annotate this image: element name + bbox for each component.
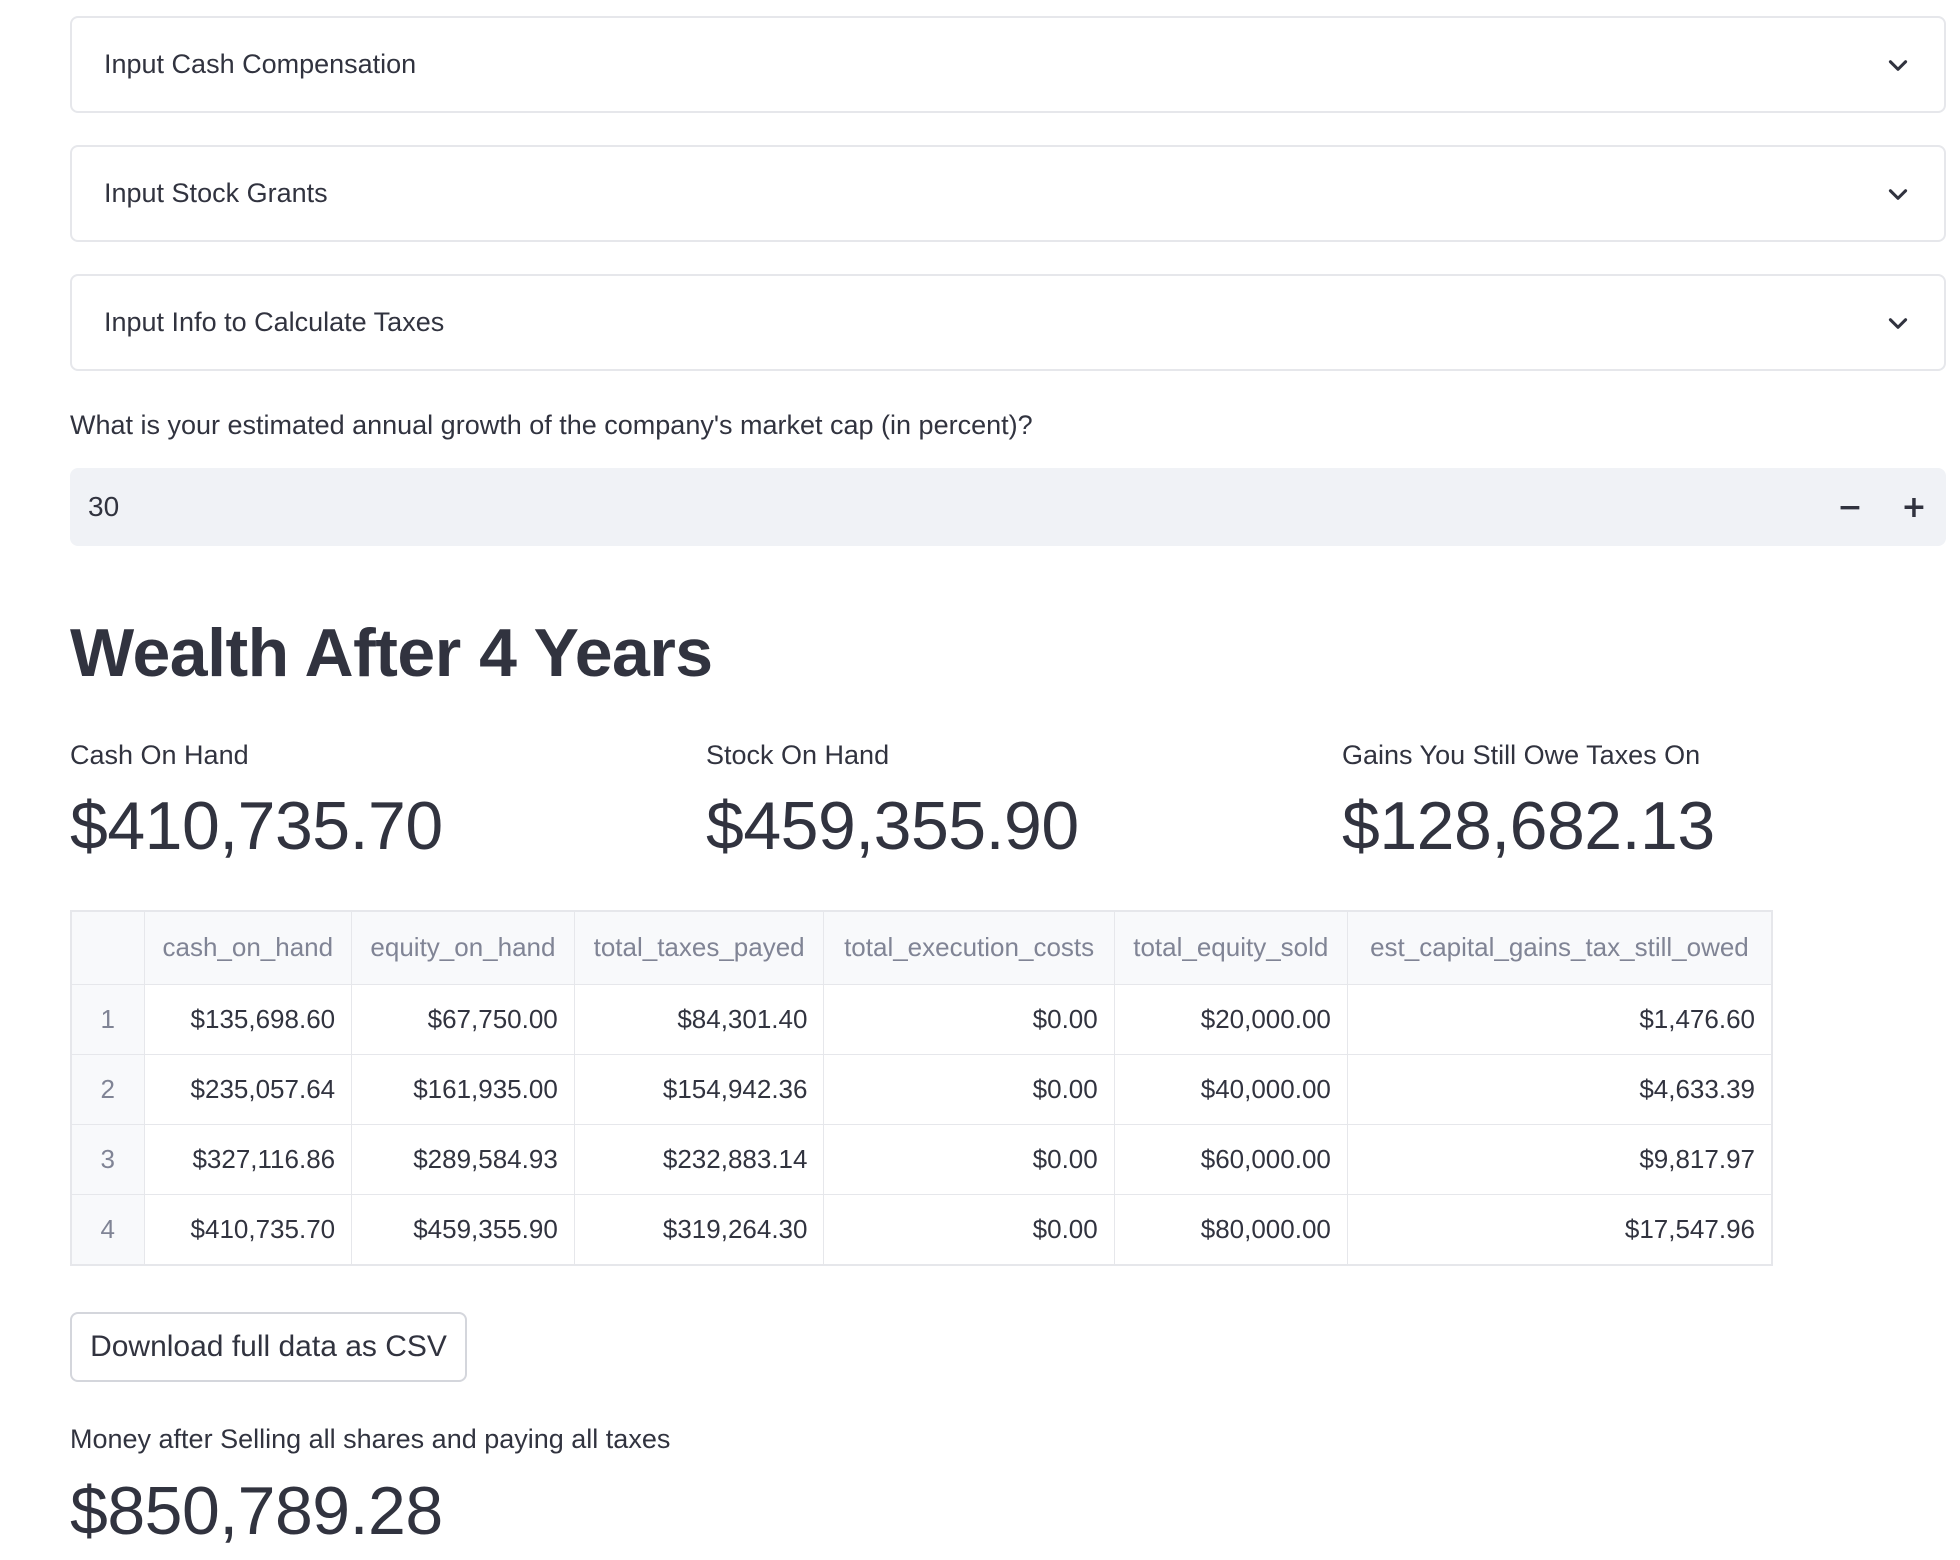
metric-value: $459,355.90: [706, 788, 1079, 864]
expander-stock-grants[interactable]: Input Stock Grants: [70, 145, 1946, 242]
table-cell[interactable]: $154,942.36: [574, 1054, 825, 1125]
chevron-down-icon: [1884, 51, 1912, 79]
table-cell[interactable]: $4,633.39: [1347, 1054, 1771, 1125]
growth-question-label: What is your estimated annual growth of …: [70, 410, 1033, 440]
increment-button[interactable]: +: [1882, 468, 1946, 546]
growth-number-input: − +: [70, 468, 1946, 546]
final-metric-value: $850,789.28: [70, 1473, 443, 1549]
page: Input Cash Compensation Input Stock Gran…: [0, 0, 1960, 1560]
row-index: 2: [72, 1054, 145, 1125]
metric-gains-owed: Gains You Still Owe Taxes On $128,682.13: [1342, 740, 1715, 865]
metric-cash-on-hand: Cash On Hand $410,735.70: [70, 740, 443, 865]
wealth-data-table[interactable]: cash_on_hand equity_on_hand total_taxes_…: [70, 910, 1773, 1266]
page-title: Wealth After 4 Years: [70, 615, 713, 691]
table-cell[interactable]: $135,698.60: [144, 984, 353, 1055]
table-cell[interactable]: $289,584.93: [351, 1124, 575, 1195]
metric-value: $410,735.70: [70, 788, 443, 864]
metric-label: Cash On Hand: [70, 740, 249, 770]
table-row: 4 $410,735.70 $459,355.90 $319,264.30 $0…: [72, 1194, 1771, 1264]
table-cell[interactable]: $459,355.90: [351, 1194, 575, 1264]
column-header[interactable]: total_taxes_payed: [574, 912, 825, 985]
chevron-down-icon: [1884, 180, 1912, 208]
column-header[interactable]: equity_on_hand: [351, 912, 575, 985]
table-row: 1 $135,698.60 $67,750.00 $84,301.40 $0.0…: [72, 984, 1771, 1055]
metric-value: $128,682.13: [1342, 788, 1715, 864]
column-header[interactable]: total_execution_costs: [823, 912, 1115, 985]
table-cell[interactable]: $40,000.00: [1114, 1054, 1348, 1125]
table-cell[interactable]: $84,301.40: [574, 984, 825, 1055]
table-cell[interactable]: $80,000.00: [1114, 1194, 1348, 1264]
column-header[interactable]: total_equity_sold: [1114, 912, 1348, 985]
table-cell[interactable]: $9,817.97: [1347, 1124, 1771, 1195]
table-cell[interactable]: $60,000.00: [1114, 1124, 1348, 1195]
growth-input[interactable]: [70, 468, 1818, 546]
table-cell[interactable]: $327,116.86: [144, 1124, 353, 1195]
row-index: 1: [72, 984, 145, 1055]
table-cell[interactable]: $319,264.30: [574, 1194, 825, 1264]
metric-label: Gains You Still Owe Taxes On: [1342, 740, 1701, 770]
table-cell[interactable]: $0.00: [823, 1194, 1115, 1264]
table-row: 2 $235,057.64 $161,935.00 $154,942.36 $0…: [72, 1054, 1771, 1125]
table-cell[interactable]: $17,547.96: [1347, 1194, 1771, 1264]
table-cell[interactable]: $0.00: [823, 1124, 1115, 1195]
decrement-button[interactable]: −: [1818, 468, 1882, 546]
table-row: 3 $327,116.86 $289,584.93 $232,883.14 $0…: [72, 1124, 1771, 1195]
table-header-row: cash_on_hand equity_on_hand total_taxes_…: [72, 912, 1771, 985]
table-cell[interactable]: $1,476.60: [1347, 984, 1771, 1055]
column-header[interactable]: cash_on_hand: [144, 912, 353, 985]
expander-label: Input Stock Grants: [104, 178, 328, 208]
column-header[interactable]: est_capital_gains_tax_still_owed: [1347, 912, 1771, 985]
row-index: 4: [72, 1194, 145, 1264]
table-cell[interactable]: $235,057.64: [144, 1054, 353, 1125]
table-cell[interactable]: $67,750.00: [351, 984, 575, 1055]
table-cell[interactable]: $161,935.00: [351, 1054, 575, 1125]
expander-label: Input Cash Compensation: [104, 49, 417, 79]
table-cell[interactable]: $0.00: [823, 984, 1115, 1055]
table-cell[interactable]: $410,735.70: [144, 1194, 353, 1264]
row-index: 3: [72, 1124, 145, 1195]
table-cell[interactable]: $20,000.00: [1114, 984, 1348, 1055]
final-metric-label: Money after Selling all shares and payin…: [70, 1424, 671, 1454]
metric-label: Stock On Hand: [706, 740, 890, 770]
table-cell[interactable]: $0.00: [823, 1054, 1115, 1125]
download-csv-button[interactable]: Download full data as CSV: [70, 1312, 467, 1382]
expander-cash-compensation[interactable]: Input Cash Compensation: [70, 16, 1946, 113]
expander-tax-info[interactable]: Input Info to Calculate Taxes: [70, 274, 1946, 371]
column-header-index[interactable]: [72, 912, 145, 985]
chevron-down-icon: [1884, 309, 1912, 337]
expander-label: Input Info to Calculate Taxes: [104, 307, 445, 337]
table-cell[interactable]: $232,883.14: [574, 1124, 825, 1195]
metric-stock-on-hand: Stock On Hand $459,355.90: [706, 740, 1079, 865]
